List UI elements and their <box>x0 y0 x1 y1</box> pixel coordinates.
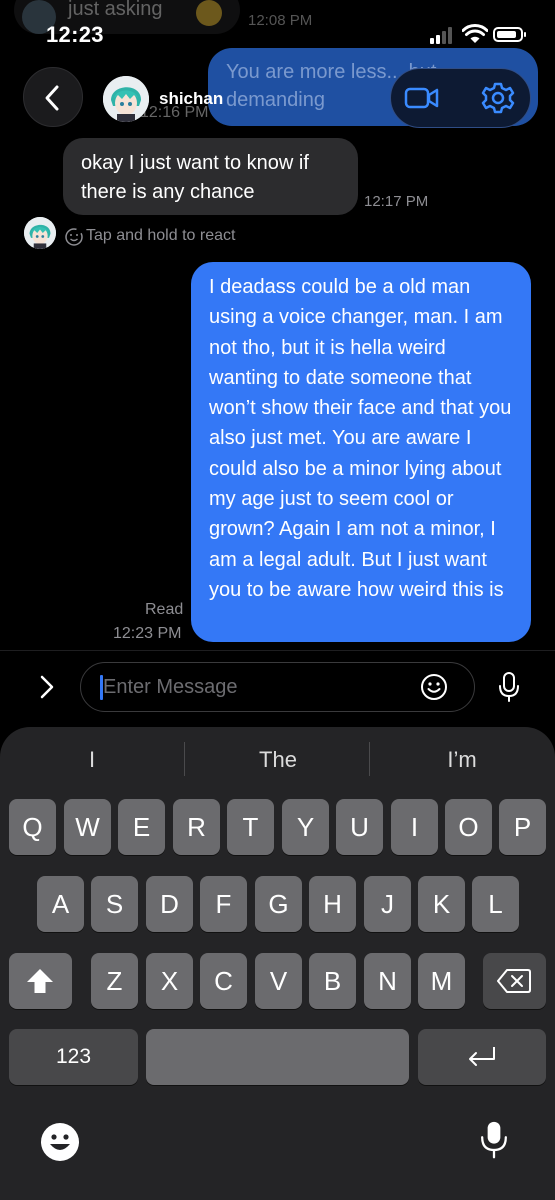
settings-button[interactable] <box>478 78 518 118</box>
key-w[interactable]: W <box>64 799 111 855</box>
suggestion-divider <box>369 742 370 776</box>
key-f[interactable]: F <box>200 876 247 932</box>
cellular-signal-icon <box>430 26 456 44</box>
key-h[interactable]: H <box>309 876 356 932</box>
react-hint: Tap and hold to react <box>86 227 236 244</box>
space-key[interactable] <box>146 1029 409 1085</box>
composer-divider <box>0 650 555 651</box>
back-chevron-icon <box>45 85 59 111</box>
history-emoji-icon <box>196 0 222 26</box>
sender-avatar[interactable] <box>24 217 56 249</box>
expand-chevron-icon[interactable] <box>32 672 62 702</box>
numbers-key[interactable]: 123 <box>9 1029 138 1085</box>
key-s[interactable]: S <box>91 876 138 932</box>
key-v[interactable]: V <box>255 953 302 1009</box>
video-call-button[interactable] <box>402 80 442 116</box>
key-j[interactable]: J <box>364 876 411 932</box>
wifi-icon <box>462 24 488 43</box>
outgoing-message-bubble[interactable]: I deadass could be a old man using a voi… <box>191 262 531 642</box>
key-u[interactable]: U <box>336 799 383 855</box>
key-b[interactable]: B <box>309 953 356 1009</box>
key-a[interactable]: A <box>37 876 84 932</box>
history-incoming-text: just asking <box>68 0 163 20</box>
key-x[interactable]: X <box>146 953 193 1009</box>
key-i[interactable]: I <box>391 799 438 855</box>
return-icon <box>469 1047 495 1066</box>
dictation-microphone-icon[interactable] <box>474 1120 514 1160</box>
anime-avatar-image <box>24 217 56 249</box>
key-o[interactable]: O <box>445 799 492 855</box>
text-caret <box>100 675 103 700</box>
key-c[interactable]: C <box>200 953 247 1009</box>
emoji-keyboard-icon[interactable] <box>40 1122 80 1162</box>
anime-avatar-image <box>103 76 149 122</box>
suggestion-2[interactable]: The <box>200 747 356 777</box>
backspace-key[interactable] <box>483 953 546 1009</box>
battery-icon <box>493 27 526 42</box>
back-button[interactable] <box>23 67 83 127</box>
key-p[interactable]: P <box>499 799 546 855</box>
key-d[interactable]: D <box>146 876 193 932</box>
shift-key[interactable] <box>9 953 72 1009</box>
microphone-icon[interactable] <box>497 671 521 703</box>
history-incoming-time: 12:08 PM <box>248 12 313 29</box>
key-q[interactable]: Q <box>9 799 56 855</box>
suggestion-1[interactable]: I <box>40 747 144 777</box>
incoming-message-time: 12:17 PM <box>364 193 429 210</box>
key-k[interactable]: K <box>418 876 465 932</box>
react-smiley-icon[interactable] <box>64 227 84 247</box>
backspace-icon <box>497 969 531 993</box>
suggestion-3[interactable]: I’m <box>410 747 514 777</box>
incoming-message-bubble[interactable]: okay I just want to know if there is any… <box>63 138 358 215</box>
shift-icon <box>27 969 53 993</box>
read-receipt: Read <box>145 601 184 618</box>
key-r[interactable]: R <box>173 799 220 855</box>
outgoing-message-time: 12:23 PM <box>113 625 182 642</box>
message-input-field[interactable] <box>80 662 475 712</box>
key-g[interactable]: G <box>255 876 302 932</box>
key-y[interactable]: Y <box>282 799 329 855</box>
return-key[interactable] <box>418 1029 546 1085</box>
status-time: 12:23 <box>46 22 104 47</box>
contact-name[interactable]: shichan <box>159 89 223 109</box>
key-z[interactable]: Z <box>91 953 138 1009</box>
key-l[interactable]: L <box>472 876 519 932</box>
key-n[interactable]: N <box>364 953 411 1009</box>
video-call-icon <box>404 87 439 109</box>
message-input[interactable] <box>103 672 423 702</box>
key-e[interactable]: E <box>118 799 165 855</box>
emoji-icon[interactable] <box>420 673 448 701</box>
key-t[interactable]: T <box>227 799 274 855</box>
settings-gear-icon <box>481 82 515 114</box>
suggestion-divider <box>184 742 185 776</box>
contact-avatar[interactable] <box>103 76 149 122</box>
key-m[interactable]: M <box>418 953 465 1009</box>
